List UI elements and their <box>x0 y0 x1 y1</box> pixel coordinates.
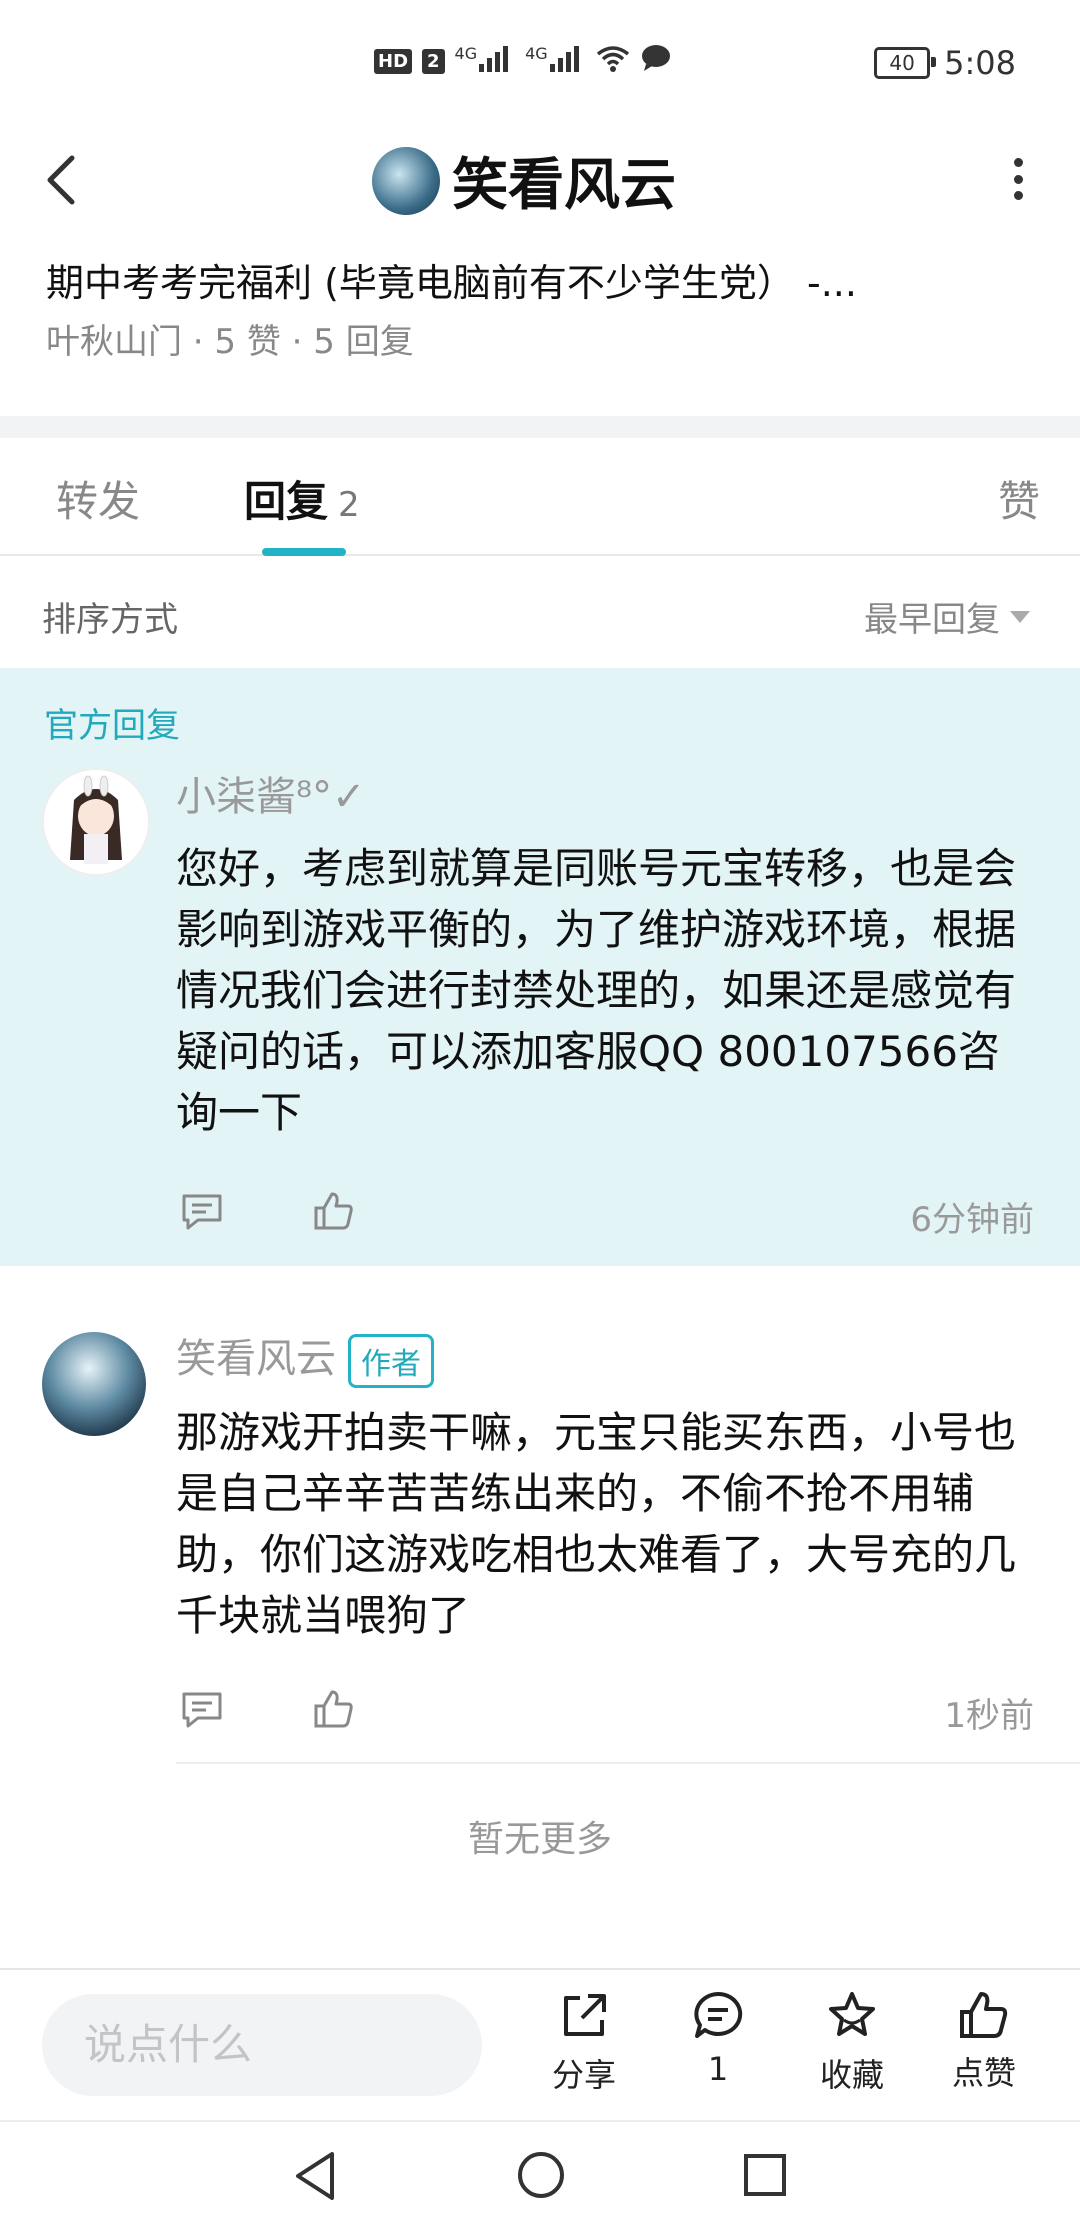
post-title[interactable]: 期中考考完福利 (毕竟电脑前有不少学生党） -... <box>46 252 1016 307</box>
page-title: 笑看风云 <box>452 153 676 218</box>
nav-recents-button[interactable] <box>742 2152 788 2202</box>
more-dot-icon <box>1013 158 1023 167</box>
reply-like-button[interactable] <box>312 1688 356 1728</box>
reply-username[interactable]: 笑看风云 作者 <box>176 1326 434 1388</box>
tab-reply-count: 2 <box>338 485 360 525</box>
circle-home-icon <box>518 2152 564 2198</box>
message-icon <box>640 44 672 78</box>
official-reply-label: 官方回复 <box>44 706 180 746</box>
thumbs-up-icon <box>314 1690 353 1728</box>
square-recents-icon <box>744 2154 786 2196</box>
network-indicators: HD 2 4G 4G <box>374 44 672 78</box>
share-icon <box>564 1994 606 2036</box>
share-label: 分享 <box>551 2056 616 2094</box>
avatar[interactable] <box>42 768 150 876</box>
nav-back-button[interactable] <box>292 2150 338 2206</box>
author-badge: 作者 <box>348 1334 434 1388</box>
status-right: 40 5:08 <box>874 44 1016 82</box>
divider <box>176 1762 1080 1764</box>
star-icon <box>829 1992 875 2036</box>
sim-badge: 2 <box>422 48 445 74</box>
signal-2: 4G <box>525 44 586 78</box>
avatar[interactable] <box>42 1332 146 1436</box>
sort-label: 排序方式 <box>42 600 178 640</box>
signal-1: 4G <box>455 44 516 78</box>
caret-down-icon <box>1010 610 1030 623</box>
favorite-button[interactable]: 收藏 <box>792 1990 912 2096</box>
reply-text: 那游戏开拍卖干嘛，元宝只能买东西，小号也是自己辛辛苦苦练出来的，不偷不抢不用辅助… <box>176 1408 1017 1640</box>
no-more-text: 暂无更多 <box>467 1819 612 1860</box>
section-divider <box>0 416 1080 438</box>
comments-button[interactable]: 1 <box>658 1990 778 2088</box>
reply-time: 1秒前 <box>944 1696 1034 1736</box>
status-bar: HD 2 4G 4G 40 5:08 <box>0 0 1080 126</box>
reply-comment-button[interactable] <box>180 1690 224 1730</box>
reply-text: 您好，考虑到就算是同账号元宝转移，也是会影响到游戏平衡的，为了维护游戏环境，根据… <box>176 844 1017 1137</box>
like-label: 点赞 <box>951 2054 1016 2092</box>
chevron-left-icon <box>47 155 75 205</box>
signal-icon <box>549 44 586 78</box>
bottom-bar-divider <box>0 1968 1080 1970</box>
tab-reply[interactable]: 回复 2 <box>244 468 360 529</box>
sort-dropdown[interactable]: 最早回复 <box>864 592 1030 641</box>
sort-value: 最早回复 <box>864 600 1000 640</box>
signal-icon <box>479 44 515 78</box>
reply-time: 6分钟前 <box>910 1200 1034 1240</box>
like-button[interactable]: 点赞 <box>924 1990 1044 2094</box>
clock: 5:08 <box>944 44 1016 82</box>
header-user[interactable]: 笑看风云 <box>372 140 676 221</box>
comment-icon <box>182 1692 222 1728</box>
thumbs-up-icon <box>960 1992 1008 2038</box>
anime-girl-avatar-icon <box>44 770 148 874</box>
tab-reply-label: 回复 <box>244 477 329 526</box>
more-options-button[interactable] <box>1008 158 1028 200</box>
comment-input[interactable]: 说点什么 <box>42 1994 482 2096</box>
back-button[interactable] <box>38 152 88 208</box>
avatar[interactable] <box>372 146 440 215</box>
comments-count: 1 <box>707 2050 729 2088</box>
reply-comment-button[interactable] <box>180 1192 224 1232</box>
reply-username[interactable]: 小柒酱⁸°✓ <box>176 764 366 822</box>
comment-icon <box>182 1194 222 1230</box>
reply-username-text: 笑看风云 <box>176 1336 336 1382</box>
system-nav-bar <box>0 2120 1080 2230</box>
reply-like-button[interactable] <box>312 1190 356 1230</box>
nav-home-button[interactable] <box>516 2150 566 2204</box>
share-button[interactable]: 分享 <box>524 1990 644 2096</box>
triangle-back-icon <box>296 2152 334 2200</box>
tab-active-indicator <box>262 548 346 556</box>
thumbs-up-icon <box>314 1192 353 1230</box>
hd-badge: HD <box>374 48 413 74</box>
tab-like[interactable]: 赞 <box>998 468 1040 529</box>
favorite-label: 收藏 <box>819 2056 884 2094</box>
battery-icon: 40 <box>874 47 937 79</box>
tab-forward[interactable]: 转发 <box>56 468 140 529</box>
wifi-icon <box>596 44 630 78</box>
tab-divider <box>0 554 1080 556</box>
comment-bubble-icon <box>694 1991 743 2038</box>
post-meta: 叶秋山门 · 5 赞 · 5 回复 <box>46 322 414 362</box>
